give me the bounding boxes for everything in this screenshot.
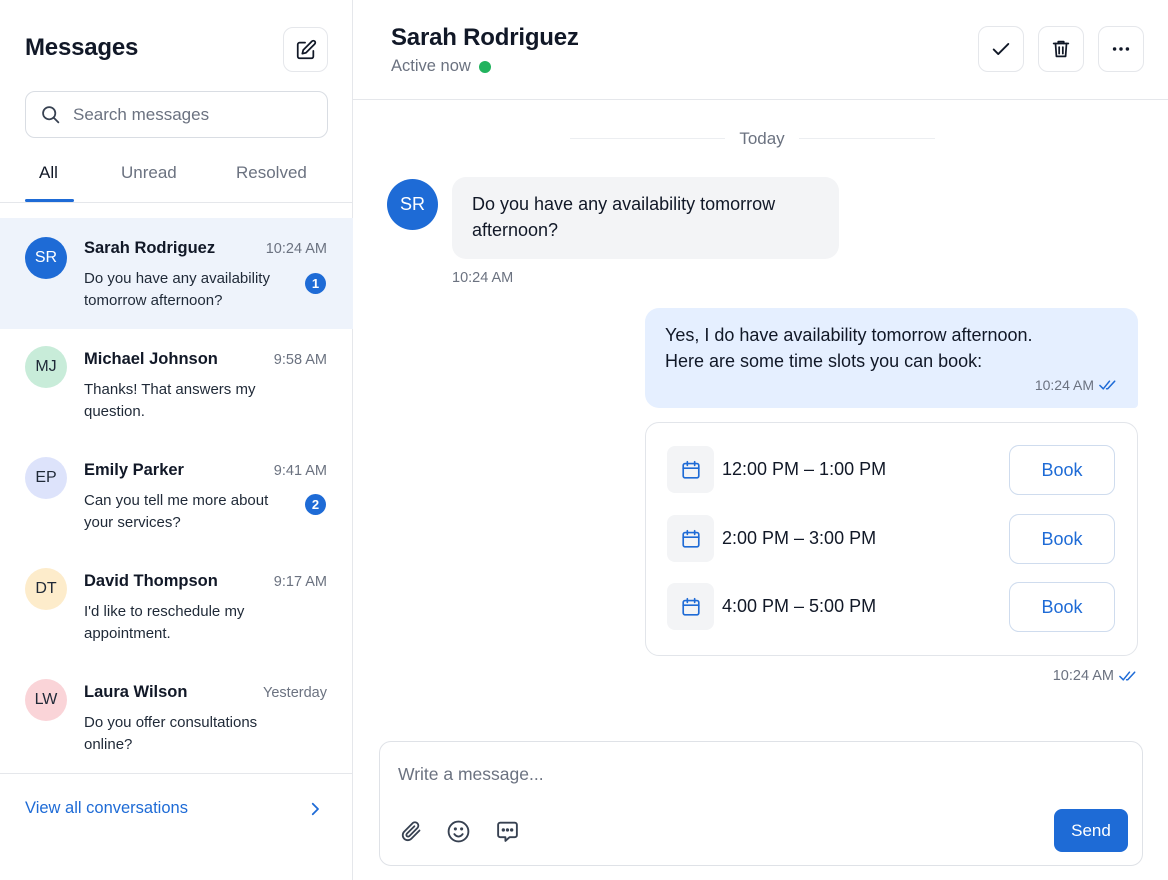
conversation-time: 9:58 AM: [273, 352, 327, 368]
conversation-item-david-thompson[interactable]: DT David Thompson 9:17 AM I'd like to re…: [0, 551, 353, 662]
check-icon: [992, 43, 1010, 55]
avatar: EP: [25, 457, 67, 499]
slot-calendar-badge: [667, 583, 714, 630]
conversation-preview: Thanks! That answers my question.: [84, 381, 256, 420]
paperclip-icon: [401, 821, 421, 842]
emoji-icon: [447, 820, 469, 842]
slots-message-time: 10:24 AM: [1052, 668, 1114, 684]
more-options-button[interactable]: [1098, 26, 1144, 72]
compose-icon: [296, 39, 316, 59]
sidebar-title: Messages: [25, 34, 139, 61]
book-slot-button[interactable]: Book: [1009, 445, 1115, 495]
avatar: LW: [25, 679, 67, 721]
unread-badge: 2: [305, 494, 326, 515]
day-separator-label: Today: [725, 129, 799, 149]
delete-button[interactable]: [1038, 26, 1084, 72]
conversation-name: Michael Johnson: [84, 350, 218, 368]
conversation-item-sarah-rodriguez[interactable]: SR Sarah Rodriguez 10:24 AM Do you have …: [0, 218, 353, 329]
search-box[interactable]: [25, 91, 328, 138]
conversation-preview: Do you offer consultations online?: [84, 714, 258, 753]
search-input[interactable]: [73, 104, 303, 125]
message-composer: Send: [379, 741, 1143, 866]
filter-tabs: All Unread Resolved: [0, 150, 353, 203]
double-check-icon: [1099, 380, 1116, 390]
outgoing-message-line: Here are some time slots you can book:: [665, 351, 983, 371]
active-tab-indicator: [25, 199, 74, 202]
outgoing-message-meta: 10:24 AM: [1035, 372, 1118, 398]
trash-icon: [1052, 40, 1070, 58]
conversation-time: Yesterday: [263, 685, 327, 701]
time-slot-label: 4:00 PM – 5:00 PM: [722, 596, 877, 616]
outgoing-message-bubble: Yes, I do have availability tomorrow aft…: [645, 308, 1138, 408]
conversation-preview: Can you tell me more about your services…: [84, 492, 269, 531]
contact-name: Sarah Rodriguez: [391, 24, 579, 51]
incoming-message-time: 10:24 AM: [452, 270, 514, 286]
conversation-name: Laura Wilson: [84, 683, 188, 701]
conversation-name: Emily Parker: [84, 461, 184, 479]
conversation-preview: Do you have any availability tomorrow af…: [84, 270, 270, 309]
time-slots-card: 12:00 PM – 1:00 PM Book 2:00 PM – 3:00 P…: [645, 422, 1138, 656]
compose-button[interactable]: [283, 27, 328, 72]
time-slot-label: 12:00 PM – 1:00 PM: [722, 459, 887, 479]
slot-calendar-badge: [667, 515, 714, 562]
contact-avatar: SR: [387, 179, 438, 230]
conversation-time: 10:24 AM: [265, 241, 327, 257]
time-slot-label: 2:00 PM – 3:00 PM: [722, 528, 877, 548]
slots-message-meta: 10:24 AM: [1053, 668, 1138, 684]
conversation-time: 9:41 AM: [273, 463, 327, 479]
more-horizontal-icon: [1112, 47, 1130, 51]
avatar: DT: [25, 568, 67, 610]
conversation-item-laura-wilson[interactable]: LW Laura Wilson Yesterday Do you offer c…: [0, 662, 353, 773]
incoming-message-bubble: Do you have any availability tomorrow af…: [452, 177, 839, 259]
chevron-right-icon: [311, 802, 319, 816]
presence-status: Active now: [391, 57, 491, 76]
avatar: SR: [25, 237, 67, 279]
emoji-button[interactable]: [443, 816, 473, 846]
chat-header: Sarah Rodriguez Active now: [353, 0, 1168, 100]
conversation-item-emily-parker[interactable]: EP Emily Parker 9:41 AM Can you tell me …: [0, 440, 353, 551]
conversation-name: David Thompson: [84, 572, 218, 590]
search-icon: [42, 106, 60, 124]
conversation-time: 9:17 AM: [273, 574, 327, 590]
tab-all[interactable]: All: [39, 163, 58, 183]
conversation-name: Sarah Rodriguez: [84, 239, 216, 257]
unread-badge: 1: [305, 273, 326, 294]
book-slot-button[interactable]: Book: [1009, 514, 1115, 564]
conversation-preview: I'd like to reschedule my appointment.: [84, 603, 245, 642]
tab-unread[interactable]: Unread: [121, 163, 177, 183]
message-input[interactable]: [398, 764, 1098, 792]
quick-reply-button[interactable]: [492, 816, 522, 846]
resolve-button[interactable]: [978, 26, 1024, 72]
status-text: Active now: [391, 57, 471, 75]
view-all-label: View all conversations: [25, 799, 188, 817]
conversation-sidebar: Messages All Unread Resolved SR Sarah Ro…: [0, 0, 353, 880]
slot-calendar-badge: [667, 446, 714, 493]
conversation-item-michael-johnson[interactable]: MJ Michael Johnson 9:58 AM Thanks! That …: [0, 329, 353, 440]
calendar-icon: [681, 597, 700, 616]
book-slot-button[interactable]: Book: [1009, 582, 1115, 632]
double-check-icon: [1119, 671, 1136, 681]
tab-resolved[interactable]: Resolved: [236, 163, 307, 183]
outgoing-message-line: Yes, I do have availability tomorrow aft…: [665, 325, 1033, 345]
online-indicator: [478, 60, 491, 73]
attach-button[interactable]: [396, 816, 426, 846]
outgoing-message-time: 10:24 AM: [1034, 377, 1094, 393]
message-dots-icon: [496, 821, 518, 842]
calendar-icon: [681, 529, 700, 548]
avatar: MJ: [25, 346, 67, 388]
send-button[interactable]: Send: [1054, 809, 1128, 852]
view-all-conversations-link[interactable]: View all conversations: [0, 773, 353, 843]
calendar-icon: [681, 460, 700, 479]
